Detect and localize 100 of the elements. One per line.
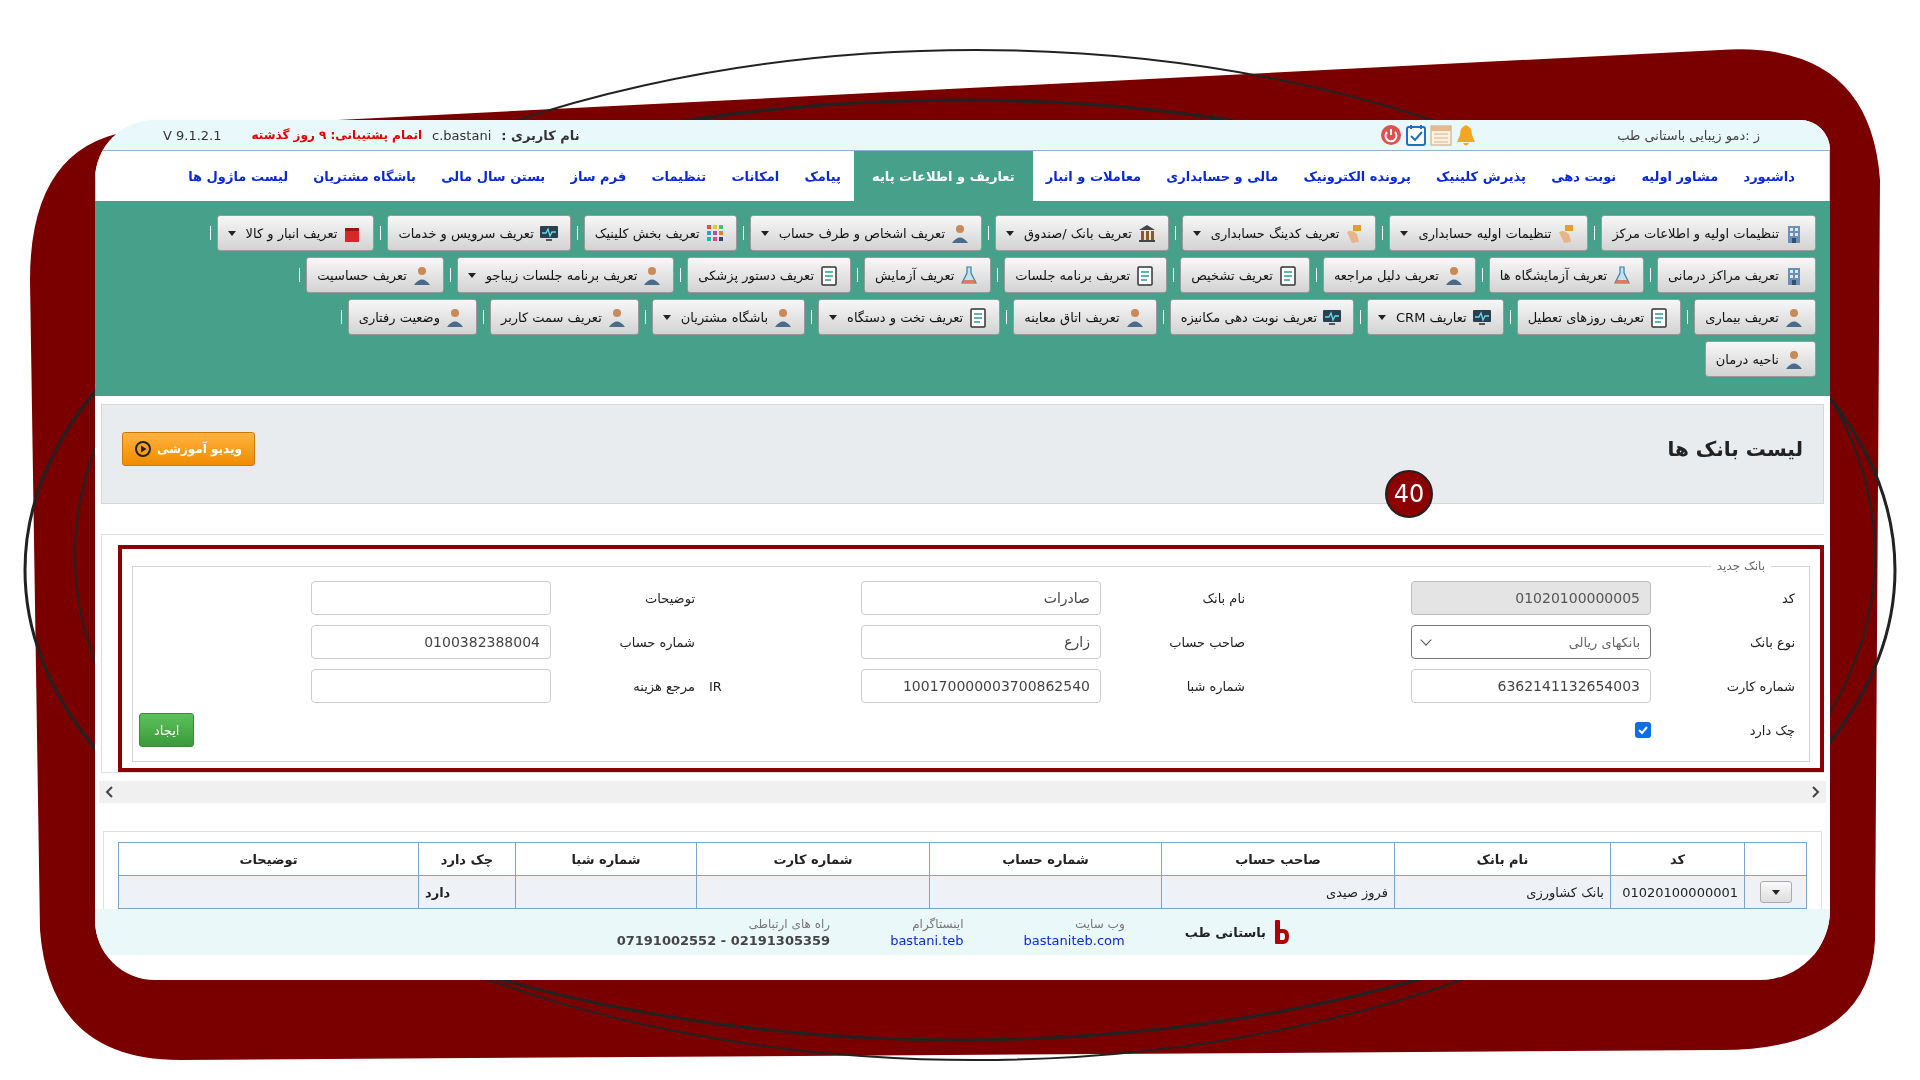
column-header: شماره شبا [515,842,697,876]
field-label: شماره حساب [618,634,696,650]
support-warning: اتمام پشتیبانی: ۹ روز گذشته [251,128,423,142]
toolbar-button[interactable]: تعریف انبار و کالا [216,215,375,251]
toolbar-button[interactable]: تعریف مراکز درمانی [1657,257,1816,293]
column-header: صاحب حساب [1161,842,1395,876]
phone-numbers: 07191002552 - 02191305359 [616,932,831,948]
toolbar-button[interactable]: تنظیمات اولیه حسابداری [1389,215,1589,251]
toolbar-button[interactable]: تعریف برنامه جلسات [1004,257,1168,293]
toolbar-button[interactable]: تعریف تشخیص [1180,257,1310,293]
power-icon[interactable] [1380,123,1403,147]
menu-tab[interactable]: امکانات [719,151,792,201]
select-field[interactable]: بانکهای ریالی [1411,625,1651,659]
input-field[interactable]: 0100382388004 [311,625,551,659]
toolbar-button[interactable]: تعریف آزمایشگاه ها [1488,257,1645,293]
menu-tab[interactable]: مشاور اولیه [1629,151,1731,201]
menu-tab[interactable]: بستن سال مالی [429,151,558,201]
table-cell: بانک کشاورزی [1394,875,1611,909]
caret-icon [1771,889,1780,895]
toolbar-button[interactable]: تعریف برنامه جلسات زیباجو [456,257,675,293]
contact-label: اینستاگرام [912,916,964,931]
input-field[interactable]: صادرات [861,581,1101,615]
menu-tab[interactable]: نوبت دهی [1539,151,1629,201]
menu-tab[interactable]: داشبورد [1731,151,1807,201]
center-name: ز :دمو زیبایی باستانی طب [1617,127,1760,143]
field-label: نام بانک [1201,590,1246,606]
menu-tab[interactable]: لیست ماژول ها [176,151,301,201]
column-header: شماره کارت [696,842,930,876]
toolbar-button[interactable]: تعریف دستور پزشکی [687,257,851,293]
column-header: نام بانک [1394,842,1611,876]
toolbar-button[interactable]: وضعیت رفتاری [347,299,477,335]
input-field[interactable]: زارع [861,625,1101,659]
calendar-check-icon[interactable] [1405,123,1428,147]
input-field[interactable]: 6362141132654003 [1411,669,1651,703]
input-field[interactable] [311,669,551,703]
menu-tab[interactable]: پذیرش کلینیک [1424,151,1538,201]
row-menu-button[interactable] [1759,881,1792,903]
toolbar-button[interactable]: تعریف اتاق معاینه [1013,299,1157,335]
toolbar-button[interactable]: تعریف آزمایش [864,257,992,293]
logo-icon [1274,920,1290,944]
menu-tab[interactable]: فرم ساز [558,151,639,201]
prefix-label: IR [709,678,722,694]
contact-link[interactable]: bastani.teb [890,932,964,948]
toolbar-button[interactable]: تعریف حساسیت [306,257,444,293]
username: c.bastani [432,127,492,143]
clipboard-icon [818,264,840,286]
field-label: توضیحات [644,590,696,606]
field-label: شماره کارت [1725,678,1796,694]
column-header: شماره حساب [929,842,1162,876]
contact-link[interactable]: bastaniteb.com [1023,932,1125,948]
table-cell: فروز صیدی [1161,875,1395,909]
chevron-right-icon[interactable] [1810,786,1820,798]
brand-name: باستانی طب [1184,924,1266,940]
table-cell: 01020100000001 [1610,875,1745,909]
fieldset-legend: بانک جدید [1710,559,1771,573]
checkbox[interactable] [1635,722,1651,738]
play-icon [135,441,151,457]
menu-tab[interactable]: باشگاه مشتریان [301,151,428,201]
table-cell: دارد [418,875,516,909]
toolbar-button[interactable]: تعریف بخش کلینیک [583,215,737,251]
menu-tab[interactable]: پرونده الکترونیک [1291,151,1423,201]
step-badge: 40 [1385,470,1433,518]
toolbar-button[interactable]: تعریف کدینگ حسابداری [1181,215,1377,251]
menu-tab[interactable]: معاملات و انبار [1033,151,1154,201]
field-label: نوع بانک [1748,634,1796,650]
toolbar-button[interactable]: تعریف تخت و دستگاه [818,299,1001,335]
toolbar-button[interactable]: تعریف بیماری [1694,299,1816,335]
field-label: کد [1781,590,1796,606]
contact-label: وب سایت [1074,916,1125,931]
column-header: کد [1610,842,1745,876]
field-label: مرجع هزینه [632,678,696,694]
person-icon [1783,306,1805,328]
toolbar-button[interactable]: تعاریف CRM [1367,299,1504,335]
toolbar-button[interactable]: تعریف سرویس و خدمات [387,215,571,251]
person-icon [949,222,971,244]
input-field[interactable]: 100170000003700862540 [861,669,1101,703]
toolbar-button[interactable]: تنظیمات اولیه و اطلاعات مرکز [1601,215,1816,251]
toolbar-button[interactable]: تعریف سمت کاربر [489,299,639,335]
field-label: شماره شبا [1185,678,1246,694]
toolbar-button[interactable]: تعریف اشخاص و طرف حساب [749,215,982,251]
field-label: چک دارد [1748,722,1796,738]
username-label: نام کاربری : [501,127,580,143]
menu-tab[interactable]: مالی و حسابداری [1154,151,1291,201]
toolbar-button[interactable]: باشگاه مشتریان [651,299,806,335]
page-title: لیست بانک ها [1667,437,1803,461]
version-label: V 9.1.2.1 [163,127,222,143]
menu-tab[interactable]: پیامک [792,151,853,201]
column-header: چک دارد [418,842,516,876]
toolbar-button[interactable]: تعریف نوبت دهی مکانیزه [1169,299,1354,335]
menu-tab[interactable]: تنظیمات [639,151,719,201]
toolbar-button[interactable]: تعریف دلیل مراجعه [1322,257,1476,293]
toolbar-button[interactable]: تعریف بانک /صندوق [995,215,1169,251]
toolbar-button[interactable]: تعریف روزهای تعطیل [1516,299,1682,335]
field-label: صاحب حساب [1168,634,1246,650]
chevron-left-icon[interactable] [105,786,115,798]
input-field[interactable] [311,581,551,615]
contact-label: راه های ارتباطی [748,916,831,931]
toolbar-button[interactable]: ناحیه درمان [1704,341,1816,377]
person-icon [1783,348,1805,370]
column-header: توضیحات [118,842,419,876]
